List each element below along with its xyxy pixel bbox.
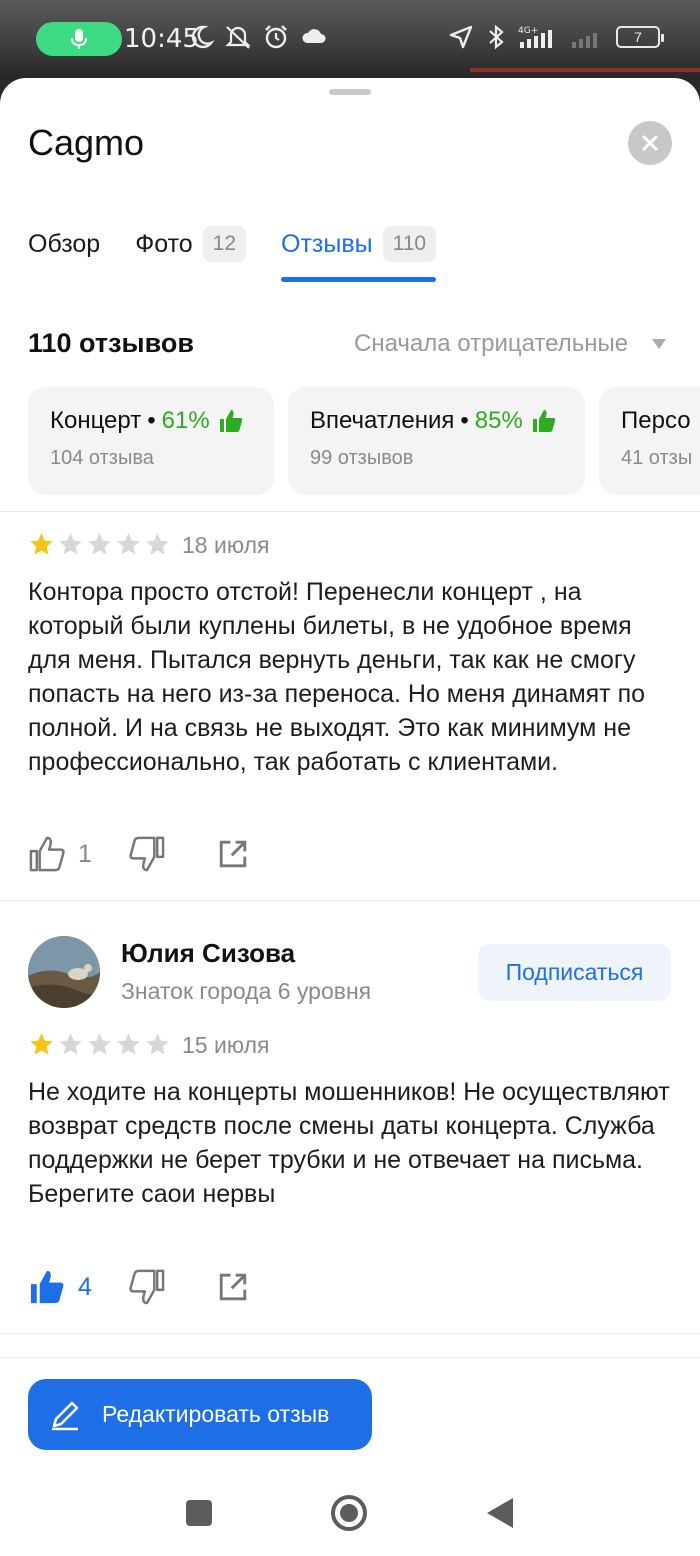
divider	[0, 511, 700, 512]
signal-icon: 4G+	[518, 26, 552, 48]
tab-count: 12	[202, 226, 247, 262]
tab-overview[interactable]: Обзор	[28, 224, 100, 264]
sort-dropdown[interactable]: Сначала отрицательные	[354, 330, 667, 358]
star-rating	[28, 1031, 171, 1058]
status-time: 10:45	[124, 24, 199, 54]
pencil-icon	[52, 1401, 79, 1430]
thumbs-down-icon[interactable]	[128, 1268, 166, 1306]
avatar-photo	[28, 936, 100, 1008]
subscribe-button[interactable]: Подписаться	[478, 944, 671, 1001]
aspect-name: Впечатления	[310, 407, 455, 434]
sort-label: Сначала отрицательные	[354, 330, 629, 357]
review-date: 18 июля	[182, 532, 270, 558]
review-actions: 4	[28, 1268, 250, 1306]
tab-label: Отзывы	[281, 229, 373, 258]
star-empty-icon	[88, 533, 111, 555]
mic-indicator	[36, 22, 122, 56]
aspect-chips: Концерт • 61% 104 отзыва Впечатления • 8…	[28, 387, 700, 495]
star-filled-icon	[30, 533, 53, 555]
star-empty-icon	[146, 1033, 169, 1055]
review-author[interactable]: Юлия Сизова	[121, 938, 295, 969]
location-icon	[449, 25, 473, 49]
tab-photo[interactable]: Фото 12	[135, 224, 247, 264]
reviews-count: 110 отзывов	[28, 328, 194, 358]
tab-label: Обзор	[28, 229, 101, 258]
tab-bar: Обзор Фото 12 Отзывы 110	[28, 224, 471, 282]
share-icon[interactable]	[216, 837, 250, 871]
chevron-down-icon	[652, 339, 667, 349]
like-count: 1	[78, 839, 92, 868]
share-icon[interactable]	[216, 1270, 250, 1304]
review-text: Контора просто отстой! Перенесли концерт…	[28, 578, 646, 776]
bluetooth-icon	[489, 24, 504, 50]
like-count: 4	[78, 1272, 92, 1301]
close-icon	[642, 135, 658, 151]
tab-count: 110	[382, 226, 437, 262]
battery-level: 7	[634, 29, 642, 45]
svg-text:4G+: 4G+	[518, 26, 538, 36]
thumbs-up-filled-icon[interactable]	[28, 1268, 66, 1306]
aspect-chip[interactable]: Впечатления • 85% 99 отзывов	[288, 387, 585, 495]
tab-label: Фото	[135, 229, 193, 258]
review-actions: 1	[28, 835, 250, 873]
signal-empty-icon	[572, 33, 597, 48]
review-date: 15 июля	[182, 1032, 270, 1058]
review-text: Не ходите на концерты мошенников! Не осу…	[28, 1078, 670, 1208]
divider	[0, 1357, 700, 1358]
microphone-icon	[71, 29, 87, 49]
aspect-count: 104 отзыва	[50, 447, 154, 469]
star-empty-icon	[59, 533, 82, 555]
aspect-percent: 61%	[161, 407, 210, 434]
aspect-chip[interactable]: Концерт • 61% 104 отзыва	[28, 387, 274, 495]
page-title: Cagmo	[28, 122, 145, 163]
battery-icon: 7	[616, 26, 664, 48]
star-empty-icon	[117, 533, 140, 555]
thumbs-up-icon[interactable]	[28, 835, 66, 873]
divider	[0, 900, 700, 901]
aspect-chip[interactable]: Персо 41 отзы	[599, 387, 700, 495]
star-empty-icon	[59, 1033, 82, 1055]
recents-button[interactable]	[186, 1500, 212, 1526]
dnd-moon-icon	[191, 25, 214, 49]
thumbs-up-filled-icon	[532, 410, 556, 432]
aspect-count: 99 отзывов	[310, 447, 414, 469]
author-level: Знаток города 6 уровня	[121, 978, 372, 1004]
status-bar: 10:45 4G+ 7	[0, 0, 700, 80]
aspect-count: 41 отзы	[621, 447, 693, 469]
aspect-percent: 85%	[474, 407, 523, 434]
close-button[interactable]	[628, 121, 672, 165]
star-rating	[28, 531, 171, 558]
aspect-name: Концерт	[50, 407, 142, 434]
home-button[interactable]	[331, 1495, 367, 1531]
tab-reviews[interactable]: Отзывы 110	[281, 224, 437, 282]
alarm-icon	[265, 25, 287, 49]
avatar[interactable]	[28, 936, 100, 1008]
thumbs-down-icon[interactable]	[128, 835, 166, 873]
aspect-name: Персо	[621, 407, 691, 434]
bottom-sheet: Cagmo Обзор Фото 12 Отзывы 110 110 отзывов…	[0, 78, 700, 1556]
thumbs-up-filled-icon	[219, 410, 242, 432]
edit-review-label: Редактировать отзыв	[102, 1401, 330, 1427]
bell-off-icon	[225, 26, 251, 49]
back-button[interactable]	[487, 1498, 513, 1528]
sheet-grabber[interactable]	[329, 89, 371, 95]
cloud-icon	[302, 29, 326, 43]
star-filled-icon	[30, 1033, 53, 1055]
star-empty-icon	[88, 1033, 111, 1055]
system-nav-bar	[0, 1478, 700, 1556]
star-empty-icon	[117, 1033, 140, 1055]
divider	[0, 1333, 700, 1334]
edit-review-button[interactable]: Редактировать отзыв	[28, 1379, 372, 1450]
star-empty-icon	[146, 533, 169, 555]
